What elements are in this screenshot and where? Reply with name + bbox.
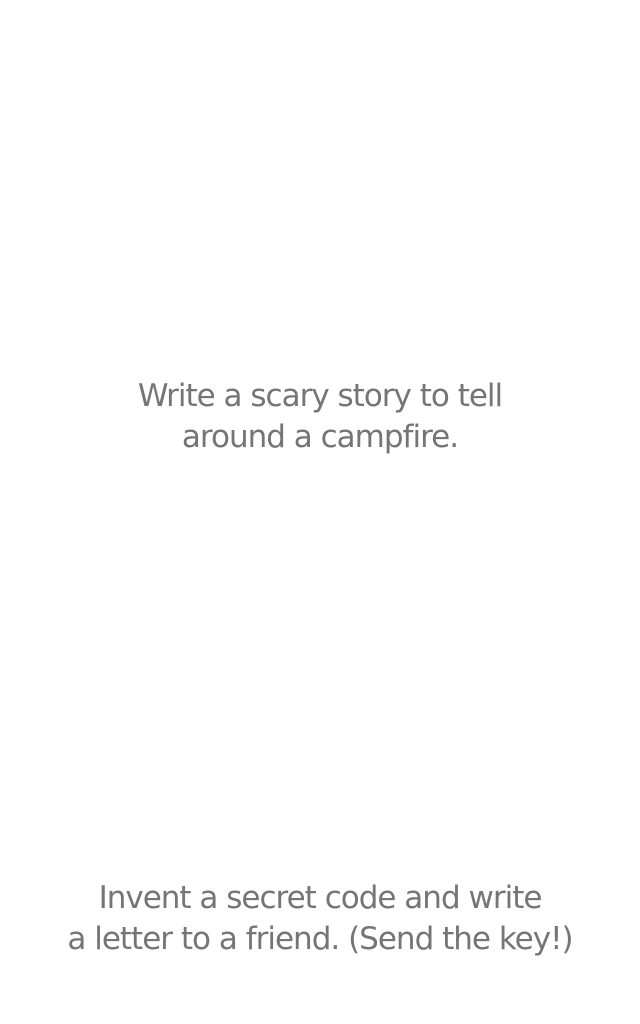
writing-prompt-secret-code: Invent a secret code and write a letter … [0, 878, 640, 960]
writing-prompt-scary-story: Write a scary story to tell around a cam… [0, 376, 640, 458]
prompt-line: a letter to a friend. (Send the key!) [67, 921, 573, 957]
prompt-line: around a campfire. [181, 419, 459, 455]
prompt-line: Write a scary story to tell [137, 378, 503, 414]
page: Write a scary story to tell around a cam… [0, 0, 640, 1024]
prompt-line: Invent a secret code and write [98, 880, 543, 916]
